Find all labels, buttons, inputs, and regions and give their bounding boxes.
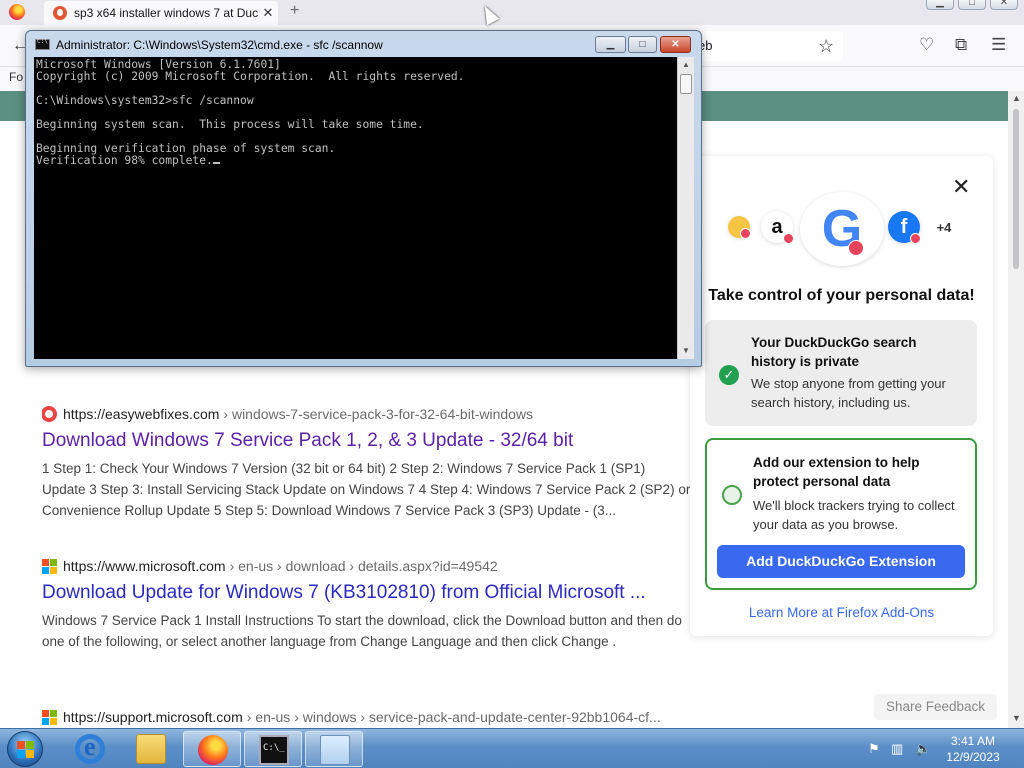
close-icon[interactable]: ✕	[952, 174, 970, 200]
maximize-button[interactable]: □	[628, 36, 657, 53]
facebook-icon: f	[888, 211, 921, 244]
console-line: C:\Windows\system32>sfc /scannow	[36, 94, 254, 107]
check-icon: ✓	[719, 365, 739, 385]
unchecked-circle-icon	[722, 485, 742, 505]
popup-heading: Take control of your personal data!	[708, 287, 975, 304]
cmd-window-title: Administrator: C:\Windows\System32\cmd.e…	[56, 38, 383, 52]
result-url[interactable]: https://support.microsoft.com › en-us › …	[42, 708, 692, 726]
cmd-icon	[259, 735, 289, 765]
result-path: › windows-7-service-pack-3-for-32-64-bit…	[223, 406, 534, 422]
result-title-link[interactable]: Download Update for Windows 7 (KB3102810…	[42, 582, 692, 604]
action-center-icon[interactable]: ⚑	[868, 741, 880, 757]
network-icon[interactable]: ▥	[891, 741, 903, 757]
taskbar-firefox[interactable]	[183, 731, 241, 767]
amazon-icon: a	[761, 211, 794, 244]
microsoft-icon	[42, 558, 57, 574]
page-scrollbar[interactable]: ▲ ▼	[1008, 91, 1024, 728]
cmd-scrollbar[interactable]: ▲ ▼	[677, 57, 694, 359]
taskbar-explorer[interactable]	[122, 731, 180, 767]
tab-close-icon[interactable]: ✕	[258, 5, 278, 21]
more-trackers-count: +4	[928, 211, 960, 243]
console-line: Verification 98% complete.	[36, 155, 677, 167]
result-url[interactable]: https://www.microsoft.com › en-us › down…	[42, 557, 692, 575]
firefox-icon	[198, 735, 228, 765]
cmd-titlebar[interactable]: Administrator: C:\Windows\System32\cmd.e…	[26, 31, 701, 56]
search-result: https://easywebfixes.com › windows-7-ser…	[42, 405, 692, 521]
result-snippet: 1 Step 1: Check Your Windows 7 Version (…	[42, 461, 691, 518]
bookmark-item[interactable]: Fo	[9, 70, 23, 84]
scroll-down-icon[interactable]: ▼	[682, 346, 690, 355]
extensions-icon[interactable]: ⧉	[955, 35, 967, 55]
result-host: https://www.microsoft.com	[63, 558, 226, 574]
learn-more-link[interactable]: Learn More at Firefox Add-Ons	[690, 605, 993, 620]
console-line: Beginning system scan. This process will…	[36, 118, 424, 131]
taskbar-ie[interactable]	[61, 731, 119, 767]
result-host: https://support.microsoft.com	[63, 709, 243, 725]
browser-close-button[interactable]: ✕	[990, 0, 1018, 10]
volume-icon[interactable]: 🔈	[915, 741, 931, 757]
scroll-thumb[interactable]	[1013, 109, 1019, 269]
start-button[interactable]	[7, 731, 43, 767]
new-tab-button[interactable]: +	[290, 2, 299, 20]
firefox-icon[interactable]	[9, 4, 25, 20]
result-url[interactable]: https://easywebfixes.com › windows-7-ser…	[42, 405, 692, 423]
scroll-thumb[interactable]	[680, 74, 692, 94]
taskbar-cmd[interactable]	[244, 731, 302, 767]
cmd-window: Administrator: C:\Windows\System32\cmd.e…	[25, 30, 702, 367]
card-text: We stop anyone from getting your search …	[751, 376, 946, 410]
taskbar-document[interactable]	[305, 731, 363, 767]
browser-minimize-button[interactable]: ▁	[926, 0, 954, 10]
result-path: › en-us › windows › service-pack-and-upd…	[246, 709, 661, 725]
google-icon: G	[800, 192, 884, 266]
pocket-icon[interactable]: ♡	[919, 35, 934, 55]
privacy-card: ✓ Your DuckDuckGo search history is priv…	[705, 320, 977, 426]
text-cursor	[212, 162, 220, 164]
close-button[interactable]: ✕	[660, 36, 691, 53]
console-progress-text: Verification 98% complete.	[36, 154, 213, 167]
clock-time: 3:41 AM	[950, 734, 996, 748]
result-snippet: Windows 7 Service Pack 1 Install Instruc…	[42, 613, 682, 649]
scroll-up-icon[interactable]: ▲	[1012, 93, 1021, 103]
browser-maximize-button[interactable]: □	[958, 0, 986, 10]
folder-icon	[136, 734, 166, 764]
search-result: https://support.microsoft.com › en-us › …	[42, 708, 692, 726]
scroll-down-icon[interactable]: ▼	[1012, 713, 1021, 723]
result-title-link[interactable]: Download Windows 7 Service Pack 1, 2, & …	[42, 430, 692, 452]
card-title: Add our extension to help protect person…	[753, 455, 920, 489]
add-extension-button[interactable]: Add DuckDuckGo Extension	[717, 545, 965, 578]
microsoft-icon	[42, 709, 57, 725]
card-text: We'll block trackers trying to collect y…	[753, 498, 955, 532]
internet-explorer-icon	[75, 732, 105, 764]
search-result: https://www.microsoft.com › en-us › down…	[42, 557, 692, 652]
site-favicon-icon	[42, 406, 57, 422]
minimize-button[interactable]: ▁	[595, 36, 626, 53]
cmd-icon	[35, 38, 50, 50]
system-clock[interactable]: 3:41 AM 12/9/2023	[938, 733, 1008, 765]
share-feedback-button[interactable]: Share Feedback	[874, 694, 997, 720]
menu-icon[interactable]: ☰	[991, 35, 1006, 55]
tab-search-results[interactable]: sp3 x64 installer windows 7 at DuckDuckG…	[44, 1, 278, 25]
scroll-up-icon[interactable]: ▲	[682, 60, 690, 69]
tab-title: sp3 x64 installer windows 7 at DuckDuckG…	[74, 6, 258, 20]
card-title: Your DuckDuckGo search history is privat…	[751, 335, 917, 369]
duckduckgo-icon	[53, 6, 67, 20]
ddg-extension-popup: ✕ a G f +4 Take control of your personal…	[690, 156, 993, 636]
taskbar: ⚑ ▥ 🔈 3:41 AM 12/9/2023	[0, 728, 1024, 768]
tracker-icon	[728, 216, 751, 239]
cmd-console[interactable]: Microsoft Windows [Version 6.1.7601] Cop…	[34, 57, 677, 359]
result-path: › en-us › download › details.aspx?id=495…	[229, 558, 498, 574]
console-line: Copyright (c) 2009 Microsoft Corporation…	[36, 70, 465, 83]
result-host: https://easywebfixes.com	[63, 406, 220, 422]
clock-date: 12/9/2023	[946, 750, 1000, 764]
browser-tab-bar: sp3 x64 installer windows 7 at DuckDuckG…	[0, 0, 1024, 25]
star-icon[interactable]: ☆	[818, 36, 834, 57]
document-icon	[320, 735, 350, 765]
